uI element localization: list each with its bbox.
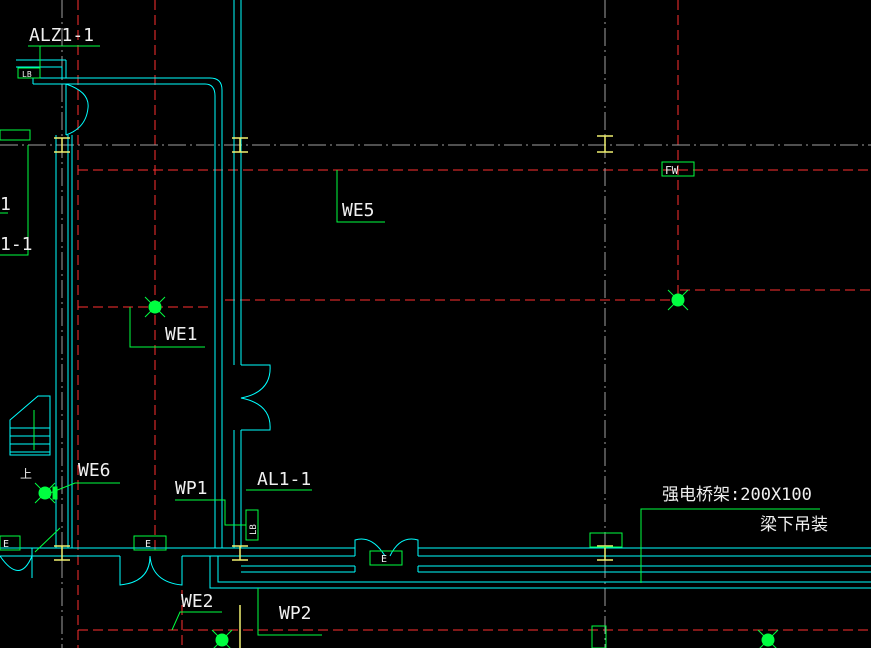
label-partial-1-1: 1-1 (0, 234, 33, 255)
label-partial-1: 1 (0, 194, 11, 215)
text-labels: ALZ1-1 WE5 WE1 WE6 WP1 AL1-1 WE2 WP2 强电桥… (0, 25, 828, 624)
light-we2 (211, 629, 233, 648)
label-wp1: WP1 (175, 478, 208, 499)
w-box-bottom (591, 625, 607, 648)
label-al1-1: AL1-1 (257, 469, 311, 490)
lb-top-label: LB (22, 70, 32, 79)
lb-mid-label: LB (249, 524, 259, 535)
leader-wp1 (175, 499, 246, 526)
leader-we6 (49, 482, 120, 494)
annotations (0, 45, 820, 648)
box-e-left-label: E (3, 539, 9, 550)
label-alz1-1: ALZ1-1 (29, 25, 94, 46)
light-we6 (34, 482, 58, 504)
fixtures (54, 135, 613, 648)
center-lines (0, 0, 871, 648)
leader-we2 (171, 611, 222, 631)
door-bottom-left (0, 548, 33, 578)
stair-outline (9, 395, 51, 456)
label-tray-mount: 梁下吊装 (760, 515, 828, 535)
label-tray-spec: 强电桥架:200X100 (662, 485, 812, 505)
stairs (9, 395, 51, 456)
label-stair-up: 上 (20, 467, 32, 481)
label-we6: WE6 (78, 460, 111, 481)
column-mark-2 (597, 135, 613, 153)
lights (34, 289, 779, 648)
light-bottom-right (757, 629, 779, 648)
box-a-top (0, 129, 31, 141)
door-mid (240, 364, 271, 431)
tray-marker (589, 532, 623, 548)
label-we2: WE2 (181, 591, 214, 612)
fw-label: FW (665, 164, 679, 177)
door-bottom-mid (119, 555, 183, 586)
floor-plan-svg: ALZ1-1 WE5 WE1 WE6 WP1 AL1-1 WE2 WP2 强电桥… (0, 0, 871, 648)
label-we1: WE1 (165, 324, 198, 345)
box-labels: FW LB LB E E E (3, 70, 679, 565)
door-top (65, 83, 89, 136)
label-we5: WE5 (342, 200, 375, 221)
box-e-mid-label: E (145, 539, 151, 550)
box-e-right-label: E (381, 554, 387, 565)
label-wp2: WP2 (279, 603, 312, 624)
tray-line-2 (217, 556, 871, 583)
cad-drawing-canvas[interactable]: ALZ1-1 WE5 WE1 WE6 WP1 AL1-1 WE2 WP2 强电桥… (0, 0, 871, 648)
